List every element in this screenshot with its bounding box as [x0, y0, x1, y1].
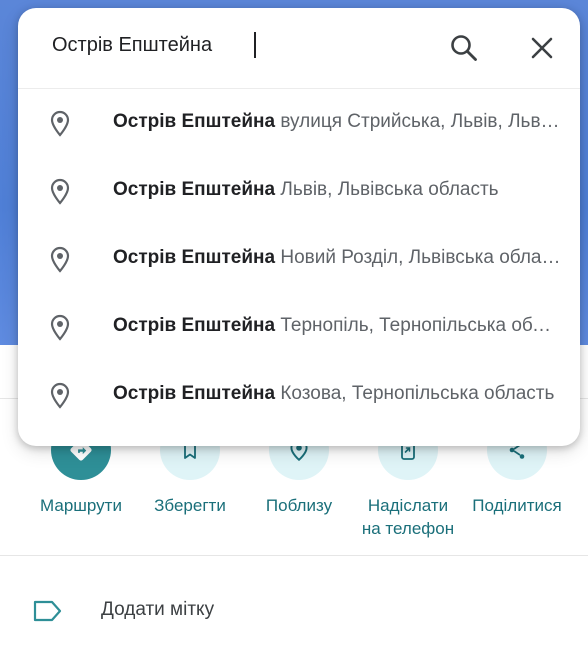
suggestion-name: Острів Епштейна — [113, 315, 276, 336]
send-label-line1: Надіслати — [367, 496, 449, 515]
location-pin-icon — [50, 178, 70, 205]
share-label: Поділитися — [472, 496, 562, 515]
location-pin-icon — [50, 110, 70, 137]
text-caret — [254, 32, 256, 58]
search-icon — [451, 35, 477, 61]
suggestion-item[interactable]: Острів Епштейна Львів, Львівська область — [18, 157, 580, 225]
suggestion-text: Острів Епштейна вулиця Стрийська, Львів,… — [113, 111, 561, 133]
suggestion-list: Острів Епштейна вулиця Стрийська, Львів,… — [18, 89, 580, 429]
close-icon — [531, 37, 553, 59]
suggestion-text: Острів Епштейна Львів, Львівська область — [113, 179, 561, 201]
suggestion-address: Козова, Тернопільська область — [280, 383, 555, 404]
suggestion-name: Острів Епштейна — [113, 383, 276, 404]
directions-label: Маршрути — [40, 496, 122, 515]
suggestion-text: Острів Епштейна Козова, Тернопільська об… — [113, 383, 561, 405]
search-dropdown: Острів Епштейна вулиця Стрийська, Львів,… — [18, 8, 580, 446]
label-tag-icon — [33, 600, 62, 622]
location-pin-icon — [50, 382, 70, 409]
suggestion-address: вулиця Стрийська, Львів, Львівська облас… — [280, 111, 561, 132]
suggestion-item[interactable]: Острів Епштейна Козова, Тернопільська об… — [18, 361, 580, 429]
nearby-label: Поблизу — [265, 496, 333, 515]
search-input[interactable] — [52, 30, 432, 60]
search-button[interactable] — [448, 32, 480, 64]
suggestion-text: Острів Епштейна Новий Розділ, Львівська … — [113, 247, 561, 269]
add-label-text: Додати мітку — [101, 599, 215, 620]
location-pin-icon — [50, 314, 70, 341]
suggestion-item[interactable]: Острів Епштейна Новий Розділ, Львівська … — [18, 225, 580, 293]
location-pin-icon — [50, 246, 70, 273]
suggestion-address: Львів, Львівська область — [280, 179, 499, 200]
close-button[interactable] — [526, 32, 558, 64]
suggestion-text: Острів Епштейна Тернопіль, Тернопільська… — [113, 315, 561, 337]
suggestion-name: Острів Епштейна — [113, 111, 276, 132]
suggestion-item[interactable]: Острів Епштейна Тернопіль, Тернопільська… — [18, 293, 580, 361]
suggestion-address: Тернопіль, Тернопільська область — [280, 315, 561, 336]
suggestion-item[interactable]: Острів Епштейна вулиця Стрийська, Львів,… — [18, 89, 580, 157]
divider — [0, 555, 588, 556]
send-label-line2: на телефон — [361, 519, 455, 538]
search-bar — [18, 8, 580, 80]
suggestion-name: Острів Епштейна — [113, 179, 276, 200]
save-label: Зберегти — [154, 496, 226, 515]
suggestion-address: Новий Розділ, Львівська область — [280, 247, 561, 268]
add-label-row[interactable]: Додати мітку — [0, 585, 588, 635]
suggestion-name: Острів Епштейна — [113, 247, 276, 268]
